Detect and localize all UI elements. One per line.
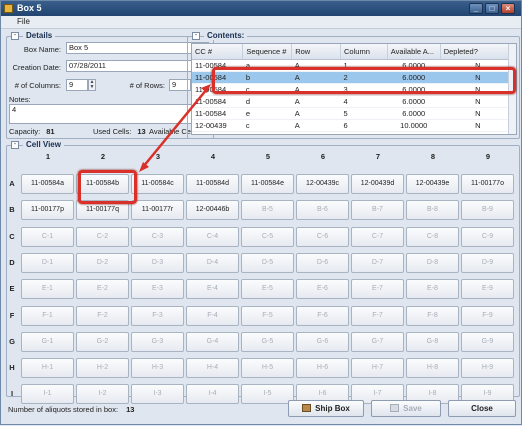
annotation-arrow	[139, 84, 211, 172]
box-window: Box 5 _ □ × File - Details Box Name: Box…	[0, 0, 522, 425]
